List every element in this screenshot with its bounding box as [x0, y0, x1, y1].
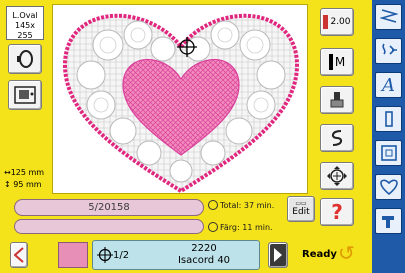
stitch-counter[interactable]: 5/20158: [14, 199, 204, 216]
personal-program-button[interactable]: [375, 174, 402, 200]
move-icon: [327, 166, 347, 186]
heart-icon: [379, 179, 398, 196]
buttonhole-button[interactable]: [375, 106, 402, 132]
hoop-icon: [17, 50, 33, 68]
question-icon: ?: [331, 200, 343, 224]
thread-path-button[interactable]: [320, 124, 354, 152]
clock-icon: [208, 200, 218, 210]
move-design-button[interactable]: [320, 162, 354, 190]
embroidery-machine-icon: [381, 216, 394, 228]
help-button[interactable]: ?: [320, 198, 354, 226]
thread-color-swatch: [58, 242, 88, 268]
color-time: Färg: 11 min.: [208, 222, 273, 232]
total-time: Total: 37 min.: [208, 200, 274, 210]
right-arrow-icon: [274, 248, 282, 262]
brush-icon: [330, 92, 344, 108]
next-color-button[interactable]: [268, 242, 288, 268]
ready-status: Ready: [302, 249, 337, 260]
thread-details: 2220 Isacord 40: [177, 243, 231, 266]
edit-button[interactable]: ▭▭ Edit: [287, 196, 315, 222]
hoop-select-button[interactable]: [8, 44, 42, 74]
zigzag-stitch-icon: [379, 9, 398, 23]
embroidery-canvas[interactable]: [52, 4, 308, 194]
crosshair-icon: [97, 247, 113, 263]
reset-icon[interactable]: ↺: [338, 241, 355, 265]
design-width: ↔125 mm: [4, 168, 45, 177]
speed-icon: [323, 15, 329, 29]
alphabet-button[interactable]: A: [375, 72, 402, 98]
previous-color-button[interactable]: [10, 242, 28, 268]
hoop-dimensions: 145x 255: [14, 21, 35, 40]
color-progress-bar[interactable]: [14, 219, 204, 234]
color-position: 1/2: [97, 247, 129, 263]
buttonhole-icon: [384, 111, 393, 127]
design-height: ↕ 95 mm: [4, 180, 42, 189]
mirror-button[interactable]: M: [320, 48, 354, 76]
quilt-icon: [380, 145, 397, 161]
hoop-position-button[interactable]: [8, 80, 42, 110]
stitch-menu-button[interactable]: [375, 4, 402, 30]
decorative-stitch-icon: [381, 43, 397, 55]
clock-icon: [208, 222, 218, 232]
hoop-name: L.Oval: [12, 11, 38, 20]
embroidery-button[interactable]: [375, 208, 402, 234]
decorative-stitch-button[interactable]: [375, 38, 402, 64]
stitch-settings-button[interactable]: [320, 86, 354, 114]
left-arrow-icon: [14, 247, 24, 263]
crosshair-icon[interactable]: [177, 37, 197, 57]
alphabet-icon: A: [382, 74, 395, 96]
speed-button[interactable]: 2.00: [320, 8, 354, 36]
quilt-button[interactable]: [375, 140, 402, 166]
mirror-icon: [328, 54, 333, 70]
heart-design: [62, 13, 300, 194]
hoop-size-label: L.Oval 145x 255: [6, 6, 44, 40]
machine-hoop-icon: [14, 86, 36, 104]
thread-icon: [331, 130, 343, 146]
thread-info[interactable]: 1/2 2220 Isacord 40: [92, 240, 260, 270]
